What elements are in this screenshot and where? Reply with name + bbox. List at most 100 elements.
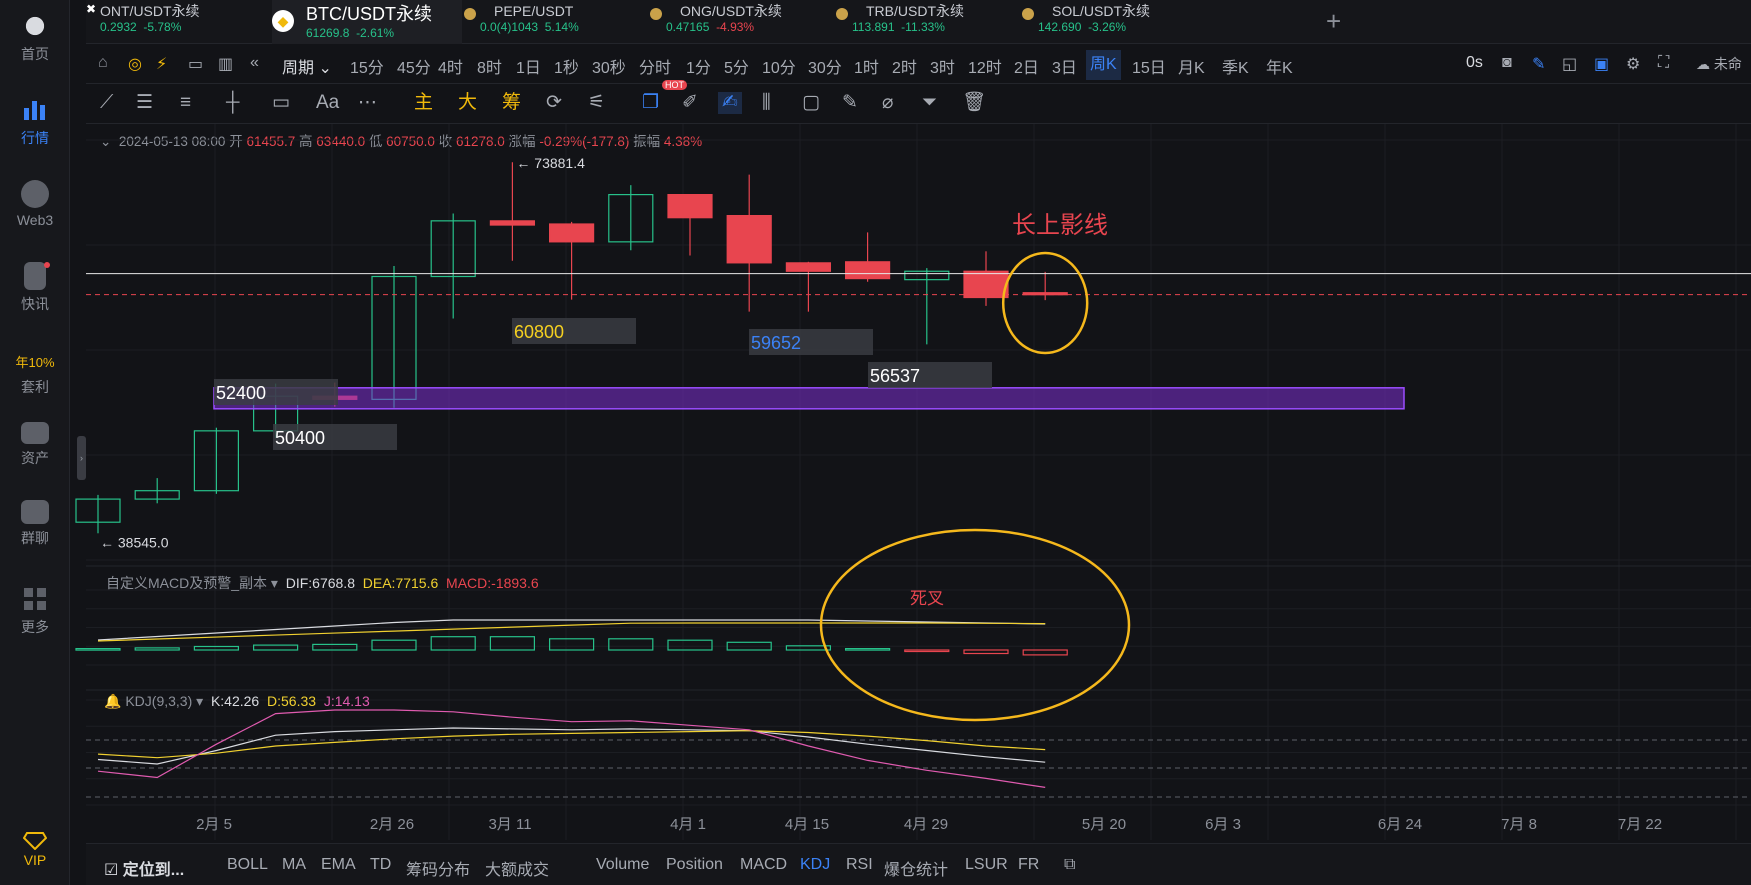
sidebar-collapse-handle[interactable]: ›	[77, 436, 86, 480]
tf-yearly[interactable]: 年K	[1266, 54, 1293, 78]
coin-icon	[464, 8, 476, 20]
lock-icon[interactable]: ▢	[802, 92, 820, 114]
collapse-icon[interactable]: ⌄	[100, 134, 111, 149]
alert-icon[interactable]: ▣	[1594, 54, 1609, 74]
indicator-ema[interactable]: EMA	[321, 856, 356, 874]
sidebar-item-news[interactable]: 快讯	[0, 262, 70, 314]
indicator-position[interactable]: Position	[666, 856, 723, 874]
tf-30min[interactable]: 30分	[808, 54, 842, 78]
period-dropdown[interactable]: 周期 ⌄	[282, 54, 332, 78]
tf-45m[interactable]: 45分	[397, 54, 431, 78]
pen-icon[interactable]: ✎	[1532, 54, 1545, 74]
tab-ong[interactable]: ONG/USDT永续 0.47165 -4.93%	[650, 0, 832, 44]
tf-1h[interactable]: 1时	[854, 54, 879, 78]
tf-15m[interactable]: 15分	[350, 54, 384, 78]
main-indicator-button[interactable]: 主	[414, 92, 433, 114]
tf-3h[interactable]: 3时	[930, 54, 955, 78]
tf-8h[interactable]: 8时	[477, 54, 502, 78]
tf-1d[interactable]: 1日	[516, 54, 541, 78]
indicator-ma[interactable]: MA	[282, 856, 306, 874]
indicator-big-trades[interactable]: 大额成交	[485, 856, 549, 880]
ruler-icon[interactable]: ✐	[682, 92, 698, 114]
tf-4h[interactable]: 4时	[438, 54, 463, 78]
sync-icon[interactable]: ⟳	[546, 92, 562, 114]
sidebar-item-chat[interactable]: 群聊	[0, 500, 70, 548]
candles-icon[interactable]: ⫼	[762, 92, 771, 114]
layout-icon[interactable]: ▥	[218, 54, 233, 74]
draw-mode-icon[interactable]: ✍	[718, 92, 742, 114]
tf-15d[interactable]: 15日	[1132, 54, 1166, 78]
tf-2h[interactable]: 2时	[892, 54, 917, 78]
trend-line-icon[interactable]: ⟋	[100, 92, 113, 114]
trash-icon[interactable]: 🗑	[962, 92, 986, 114]
tf-10min[interactable]: 10分	[762, 54, 796, 78]
sidebar-item-assets[interactable]: 资产	[0, 418, 70, 468]
candle-body	[963, 270, 1009, 299]
tf-30s[interactable]: 30秒	[592, 54, 626, 78]
tf-monthly[interactable]: 月K	[1178, 54, 1205, 78]
tab-sol[interactable]: SOL/USDT永续 142.690 -3.26%	[1022, 0, 1224, 44]
indicator-rsi[interactable]: RSI	[846, 856, 873, 874]
horizontal-line-icon[interactable]: ┼	[226, 92, 239, 114]
indicator-volume[interactable]: Volume	[596, 856, 649, 874]
indicator-fr[interactable]: FR	[1018, 856, 1039, 874]
lightning-icon[interactable]: ⚡	[156, 54, 167, 74]
cloud-sync[interactable]: ☁ 未命	[1696, 54, 1742, 74]
indicator-macd[interactable]: MACD	[740, 856, 787, 874]
speed-icon[interactable]: ◎	[128, 54, 142, 74]
window-icon[interactable]: ◱	[1562, 54, 1577, 74]
tf-1min[interactable]: 1分	[686, 54, 711, 78]
locate-button[interactable]: ☑ 定位到...	[104, 856, 184, 880]
edit-indicators-icon[interactable]: ⧉	[1064, 856, 1075, 874]
sidebar-item-more[interactable]: 更多	[0, 585, 70, 637]
chart-type-icon[interactable]: ⌂	[98, 54, 108, 72]
strategy-icon[interactable]: ⚟	[588, 92, 605, 114]
tf-5min[interactable]: 5分	[724, 54, 749, 78]
close-icon[interactable]: ✖	[86, 2, 96, 16]
tab-pepe[interactable]: PEPE/USDT 0.0(4)1043 5.14%	[464, 0, 646, 44]
tf-quarterly[interactable]: 季K	[1222, 54, 1249, 78]
sidebar-item-home[interactable]: 首页	[0, 12, 70, 64]
indicator-chips[interactable]: 筹码分布	[406, 856, 470, 880]
replay-icon[interactable]: «	[250, 54, 259, 72]
filter-icon[interactable]: ⏷	[922, 92, 937, 114]
tab-ont[interactable]: ✖ ONT/USDT永续 0.2932 -5.78%	[86, 0, 270, 44]
text-tool[interactable]: Aa	[316, 92, 339, 114]
tf-12h[interactable]: 12时	[968, 54, 1002, 78]
tab-trb[interactable]: TRB/USDT永续 113.891 -11.33%	[836, 0, 1018, 44]
chips-button[interactable]: 筹	[502, 92, 521, 114]
add-tab-icon[interactable]: +	[1326, 6, 1341, 37]
indicator-lsur[interactable]: LSUR	[965, 856, 1008, 874]
indicator-td[interactable]: TD	[370, 856, 391, 874]
bell-icon[interactable]: 🔔	[104, 693, 121, 709]
settings-icon[interactable]: ⚙	[1626, 54, 1640, 74]
sidebar-item-market[interactable]: 行情	[0, 96, 70, 148]
parallel-lines-icon[interactable]: ☰	[136, 92, 153, 114]
copy-icon[interactable]: ❐	[642, 92, 659, 114]
calendar-icon[interactable]: ▭	[188, 54, 203, 74]
tf-3d[interactable]: 3日	[1052, 54, 1077, 78]
sidebar-item-web3[interactable]: Web3	[0, 180, 70, 228]
tab-btc[interactable]: ◆ BTC/USDT永续 61269.8 -2.61%	[272, 0, 462, 44]
fullscreen-icon[interactable]: ⛶	[1658, 54, 1669, 72]
more-tools-icon[interactable]: ⋯	[358, 92, 377, 114]
edit-icon[interactable]: ✎	[842, 92, 858, 114]
rectangle-icon[interactable]: ▭	[272, 92, 290, 114]
macd-title[interactable]: 自定义MACD及预警_副本	[106, 575, 267, 591]
big-trades-button[interactable]: 大	[458, 92, 477, 114]
indicator-liquidation[interactable]: 爆仓统计	[884, 856, 948, 880]
fib-lines-icon[interactable]: ≡	[180, 92, 191, 114]
indicator-boll[interactable]: BOLL	[227, 856, 268, 874]
tf-weekly[interactable]: 周K	[1086, 50, 1121, 80]
kdj-title[interactable]: KDJ(9,3,3)	[125, 693, 192, 709]
tf-time[interactable]: 分时	[639, 54, 671, 78]
sidebar-item-arbitrage[interactable]: 年10% 套利	[0, 352, 70, 397]
tf-2d[interactable]: 2日	[1014, 54, 1039, 78]
magnet-icon[interactable]: ⌀	[882, 92, 893, 114]
x-axis-tick-label: 4月 29	[904, 816, 948, 833]
sidebar-item-vip[interactable]: VIP	[0, 832, 70, 868]
tab-price: 0.0(4)1043 5.14%	[480, 20, 579, 34]
indicator-kdj[interactable]: KDJ	[800, 856, 830, 874]
tf-1s[interactable]: 1秒	[554, 54, 579, 78]
camera-icon[interactable]: ◙	[1502, 54, 1512, 72]
